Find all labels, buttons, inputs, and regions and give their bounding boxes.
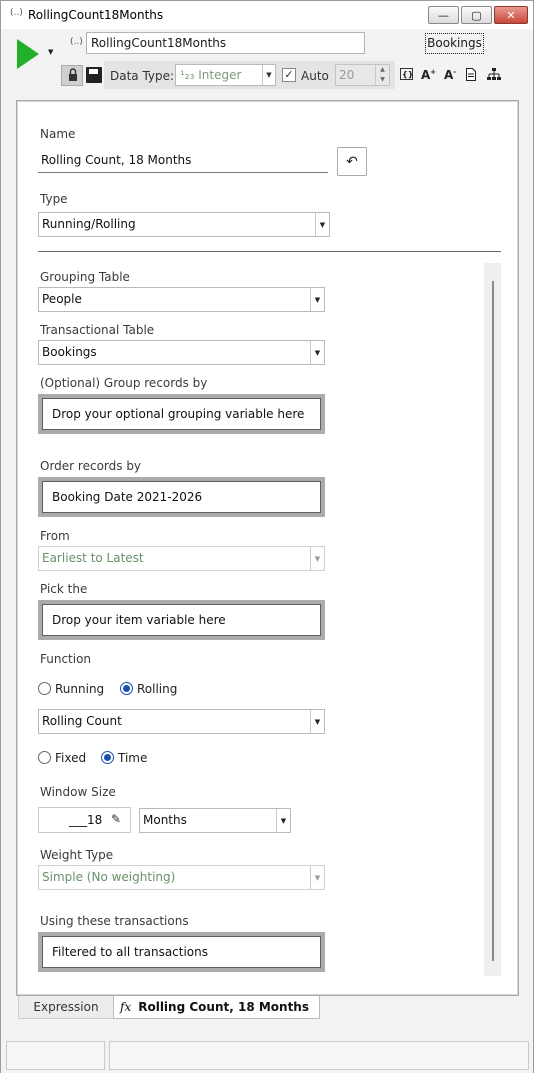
- chevron-down-icon: ▼: [310, 547, 324, 570]
- type-select[interactable]: Running/Rolling ▼: [38, 212, 330, 237]
- chevron-down-icon: ▼: [262, 65, 275, 85]
- spinner-icon: ▲ ▼: [375, 65, 389, 85]
- function-running-radio[interactable]: [38, 682, 51, 695]
- table-tag-label: Bookings: [427, 36, 482, 50]
- name-input[interactable]: Rolling Count, 18 Months: [38, 149, 328, 173]
- group-by-dropzone[interactable]: Drop your optional grouping variable her…: [38, 394, 325, 434]
- chevron-down-icon: ▼: [315, 213, 329, 236]
- group-by-label: (Optional) Group records by: [40, 376, 208, 390]
- order-by-value: Booking Date 2021-2026: [42, 481, 321, 513]
- window-fixed-radio[interactable]: [38, 751, 51, 764]
- hierarchy-icon[interactable]: [487, 68, 501, 84]
- pick-label: Pick the: [40, 582, 88, 596]
- from-label: From: [40, 529, 70, 543]
- from-value: Earliest to Latest: [42, 551, 144, 565]
- order-by-label: Order records by: [40, 459, 142, 473]
- scrollbar-thumb[interactable]: [492, 281, 494, 961]
- order-by-dropzone[interactable]: Booking Date 2021-2026: [38, 477, 325, 517]
- app-window: (..) RollingCount18Months — ▢ ✕ ▼ (..) R…: [0, 0, 534, 1073]
- font-decrease-icon[interactable]: A-: [444, 68, 456, 82]
- lock-icon[interactable]: [61, 65, 83, 86]
- function-rolling-label: Rolling: [137, 682, 178, 696]
- variable-type-icon: (..): [70, 37, 83, 47]
- svg-text:{}: {}: [402, 70, 413, 79]
- transactions-value: Filtered to all transactions: [42, 936, 321, 968]
- window-time-radio[interactable]: [101, 751, 114, 764]
- data-type-label: Data Type:: [110, 69, 175, 83]
- transactions-label: Using these transactions: [40, 914, 189, 928]
- window-unit-value: Months: [143, 813, 187, 827]
- close-icon: ✕: [506, 8, 516, 22]
- table-tag-button[interactable]: Bookings: [425, 33, 484, 54]
- play-dropdown-icon[interactable]: ▼: [48, 48, 53, 56]
- variable-name-input[interactable]: RollingCount18Months: [86, 32, 365, 54]
- data-type-value: ¹₂₃ Integer: [180, 68, 242, 82]
- group-by-drop-text: Drop your optional grouping variable her…: [42, 398, 321, 430]
- chevron-down-icon: ▼: [310, 288, 324, 311]
- window-unit-select[interactable]: Months ▼: [139, 808, 291, 833]
- window-fixed-label: Fixed: [55, 751, 87, 765]
- undo-icon: ↶: [346, 153, 358, 170]
- tab-expression-label: Expression: [33, 1000, 99, 1014]
- pencil-icon[interactable]: ✎: [111, 812, 121, 826]
- data-type-select[interactable]: ¹₂₃ Integer ▼: [175, 64, 276, 86]
- section-divider: [38, 251, 501, 252]
- window-size-value: ___18: [69, 813, 103, 827]
- from-select[interactable]: Earliest to Latest ▼: [38, 546, 325, 571]
- type-value: Running/Rolling: [42, 217, 136, 231]
- minimize-icon: —: [438, 8, 449, 22]
- grouping-table-select[interactable]: People ▼: [38, 287, 325, 312]
- function-value: Rolling Count: [42, 714, 122, 728]
- transactional-table-label: Transactional Table: [40, 323, 155, 337]
- close-button[interactable]: ✕: [494, 6, 528, 24]
- undo-button[interactable]: ↶: [337, 147, 367, 176]
- maximize-icon: ▢: [471, 8, 482, 22]
- brace-icon[interactable]: {}: [400, 68, 413, 83]
- auto-checkbox[interactable]: ✓: [282, 68, 296, 82]
- status-cell-right: [109, 1041, 529, 1070]
- function-select[interactable]: Rolling Count ▼: [38, 709, 325, 734]
- grouping-table-value: People: [42, 292, 82, 306]
- window-title: RollingCount18Months: [28, 8, 164, 22]
- variable-icon: (..): [10, 8, 23, 18]
- window-size-input[interactable]: ___18 ✎: [38, 807, 131, 833]
- tab-formula-label: Rolling Count, 18 Months: [138, 1000, 309, 1014]
- chevron-down-icon: ▼: [310, 341, 324, 364]
- weight-type-label: Weight Type: [40, 848, 114, 862]
- auto-number-stepper: 20 ▲ ▼: [335, 64, 390, 86]
- tab-formula[interactable]: fx Rolling Count, 18 Months: [113, 996, 320, 1019]
- save-icon[interactable]: [86, 67, 102, 83]
- chevron-down-icon: ▼: [310, 866, 324, 889]
- function-running-label: Running: [55, 682, 105, 696]
- bottom-tabs: Expression fx Rolling Count, 18 Months: [17, 996, 519, 1020]
- window-time-label: Time: [118, 751, 148, 765]
- minimize-button[interactable]: —: [428, 6, 459, 24]
- weight-type-select[interactable]: Simple (No weighting) ▼: [38, 865, 325, 890]
- chevron-down-icon: ▼: [310, 710, 324, 733]
- tab-expression[interactable]: Expression: [18, 996, 114, 1019]
- fx-icon: fx: [120, 1000, 132, 1014]
- grouping-table-label: Grouping Table: [40, 270, 130, 284]
- transactional-table-value: Bookings: [42, 345, 97, 359]
- pick-drop-text: Drop your item variable here: [42, 604, 321, 636]
- transactional-table-select[interactable]: Bookings ▼: [38, 340, 325, 365]
- function-rolling-radio[interactable]: [120, 682, 133, 695]
- auto-number-value: 20: [339, 68, 355, 82]
- type-label: Type: [40, 192, 68, 206]
- auto-label: Auto: [301, 69, 329, 83]
- title-bar: (..) RollingCount18Months — ▢ ✕: [1, 1, 533, 29]
- weight-type-value: Simple (No weighting): [42, 870, 176, 884]
- name-label: Name: [40, 127, 76, 141]
- pick-item-dropzone[interactable]: Drop your item variable here: [38, 600, 325, 640]
- window-size-label: Window Size: [40, 785, 116, 799]
- font-increase-icon[interactable]: A+: [421, 68, 436, 82]
- function-label: Function: [40, 652, 92, 666]
- transactions-dropzone[interactable]: Filtered to all transactions: [38, 932, 325, 972]
- status-cell-left: [6, 1041, 105, 1070]
- document-icon[interactable]: [466, 68, 476, 84]
- play-icon[interactable]: [17, 39, 39, 69]
- chevron-down-icon: ▼: [276, 809, 290, 832]
- maximize-button[interactable]: ▢: [461, 6, 492, 24]
